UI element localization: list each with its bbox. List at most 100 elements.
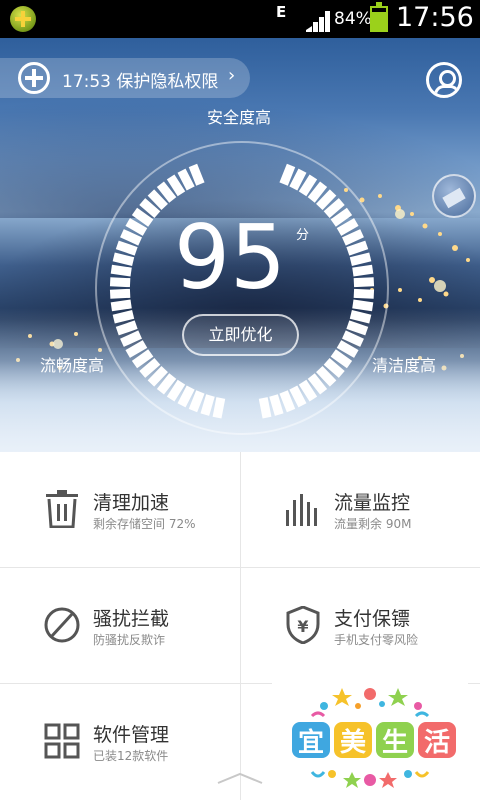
status-bar: E 84% 17:56: [0, 0, 480, 38]
shield-yen-icon: ¥: [286, 606, 320, 644]
gauge-tick: [125, 218, 148, 236]
gauge-tick: [330, 349, 353, 369]
gauge-tick: [349, 310, 372, 324]
gauge-tick: [336, 218, 359, 236]
watermark-logo: 宜 美 生 活: [272, 676, 468, 800]
gauge-tick: [269, 394, 284, 416]
logo-char: 生: [382, 728, 408, 758]
chevron-right-icon: ›: [228, 65, 236, 86]
gauge-tick: [323, 198, 345, 219]
gauge-tick: [353, 288, 375, 299]
gauge-tick: [323, 357, 345, 378]
battery-icon: [370, 2, 388, 32]
gauge-tick: [115, 320, 138, 336]
gauge-tick: [131, 207, 154, 227]
drawer-handle-icon[interactable]: [216, 770, 264, 786]
gauge-tick: [289, 168, 307, 191]
feature-block[interactable]: 骚扰拦截 防骚扰反欺诈: [0, 568, 240, 684]
gauge-tick: [112, 310, 135, 324]
signal-icon: [306, 11, 330, 32]
logo-char: 活: [424, 728, 450, 758]
gauge-tick: [316, 365, 337, 387]
gauge-tick: [349, 252, 372, 266]
feature-subtitle: 剩余存储空间 72%: [93, 517, 196, 531]
gauge-tick: [120, 229, 142, 246]
privacy-banner[interactable]: 17:53 保护隐私权限 ›: [0, 58, 250, 98]
score-unit: 分: [296, 228, 310, 243]
feature-subtitle: 手机支付零风险: [334, 633, 419, 647]
gauge-tick: [316, 189, 337, 211]
gauge-tick: [289, 385, 307, 408]
trash-icon: [46, 490, 78, 528]
gauge-tick: [110, 264, 132, 277]
gauge-tick: [166, 379, 186, 402]
feature-software[interactable]: 软件管理 已装12款软件: [0, 684, 240, 800]
feature-subtitle: 已装12款软件: [93, 749, 169, 763]
gauge-tick: [258, 397, 272, 419]
label-security: 安全度高: [207, 108, 272, 127]
gauge-tick: [279, 163, 296, 186]
gauge-tick: [307, 373, 328, 395]
gauge-tick: [336, 340, 359, 358]
plus-icon: [18, 62, 50, 94]
float-broom-icon[interactable]: [432, 174, 476, 218]
gauge-tick: [342, 330, 364, 347]
svg-text:¥: ¥: [297, 617, 308, 636]
gauge-tick: [353, 277, 375, 288]
bars-icon: [286, 494, 317, 526]
app-notification-icon: [10, 6, 36, 32]
user-icon[interactable]: [426, 62, 462, 98]
gauge-tick: [352, 299, 374, 312]
gauge-tick: [110, 299, 132, 312]
gauge-tick: [279, 390, 296, 413]
gauge-tick: [330, 207, 353, 227]
gauge-tick: [156, 181, 177, 203]
gauge-tick: [112, 252, 135, 266]
gauge-tick: [342, 229, 364, 246]
battery-fill: [372, 11, 386, 30]
gauge-tick: [188, 163, 205, 186]
gauge-tick: [166, 174, 186, 197]
grid-icon: [44, 723, 80, 759]
optimize-button[interactable]: 立即优化: [182, 314, 299, 356]
gauge-tick: [346, 320, 369, 336]
gauge-tick: [200, 394, 215, 416]
clock: 17:56: [396, 2, 474, 33]
gauge-tick: [131, 349, 154, 369]
gauge-tick: [346, 240, 369, 256]
gauge-tick: [147, 365, 168, 387]
battery-percent: 84%: [334, 9, 372, 29]
gauge-tick: [177, 385, 195, 408]
gauge-tick: [139, 357, 161, 378]
feature-title: 软件管理: [93, 724, 170, 746]
gauge-tick: [147, 189, 168, 211]
gauge-tick: [177, 168, 195, 191]
feature-title: 支付保镖: [334, 608, 411, 630]
gauge-tick: [120, 330, 142, 347]
gauge-tick: [109, 288, 131, 299]
gauge-tick: [156, 373, 177, 395]
gauge-tick: [188, 390, 205, 413]
gauge-tick: [212, 397, 226, 419]
gauge-tick: [125, 340, 148, 358]
gauge-tick: [139, 198, 161, 219]
block-icon: [44, 607, 80, 643]
feature-clean[interactable]: 清理加速 剩余存储空间 72%: [0, 452, 240, 568]
privacy-banner-text: 17:53 保护隐私权限: [62, 72, 219, 92]
feature-title: 骚扰拦截: [93, 608, 170, 630]
hero-panel: 17:53 保护隐私权限 › 安全度高 流畅度高 清洁度高 95 分 立即优化: [0, 38, 480, 452]
feature-traffic[interactable]: 流量监控 流量剩余 90M: [240, 452, 480, 568]
network-type: E: [276, 3, 287, 21]
logo-char: 美: [340, 727, 366, 758]
logo-char: 宜: [298, 727, 324, 758]
gauge-tick: [298, 174, 318, 197]
gauge-tick: [115, 240, 138, 256]
score-value: 95: [174, 206, 286, 309]
feature-title: 清理加速: [93, 492, 170, 514]
gauge-tick: [307, 181, 328, 203]
feature-payment[interactable]: ¥ 支付保镖 手机支付零风险: [240, 568, 480, 684]
feature-subtitle: 流量剩余 90M: [334, 517, 412, 531]
feature-subtitle: 防骚扰反欺诈: [93, 633, 166, 647]
gauge-tick: [352, 264, 374, 277]
feature-title: 流量监控: [334, 492, 411, 514]
